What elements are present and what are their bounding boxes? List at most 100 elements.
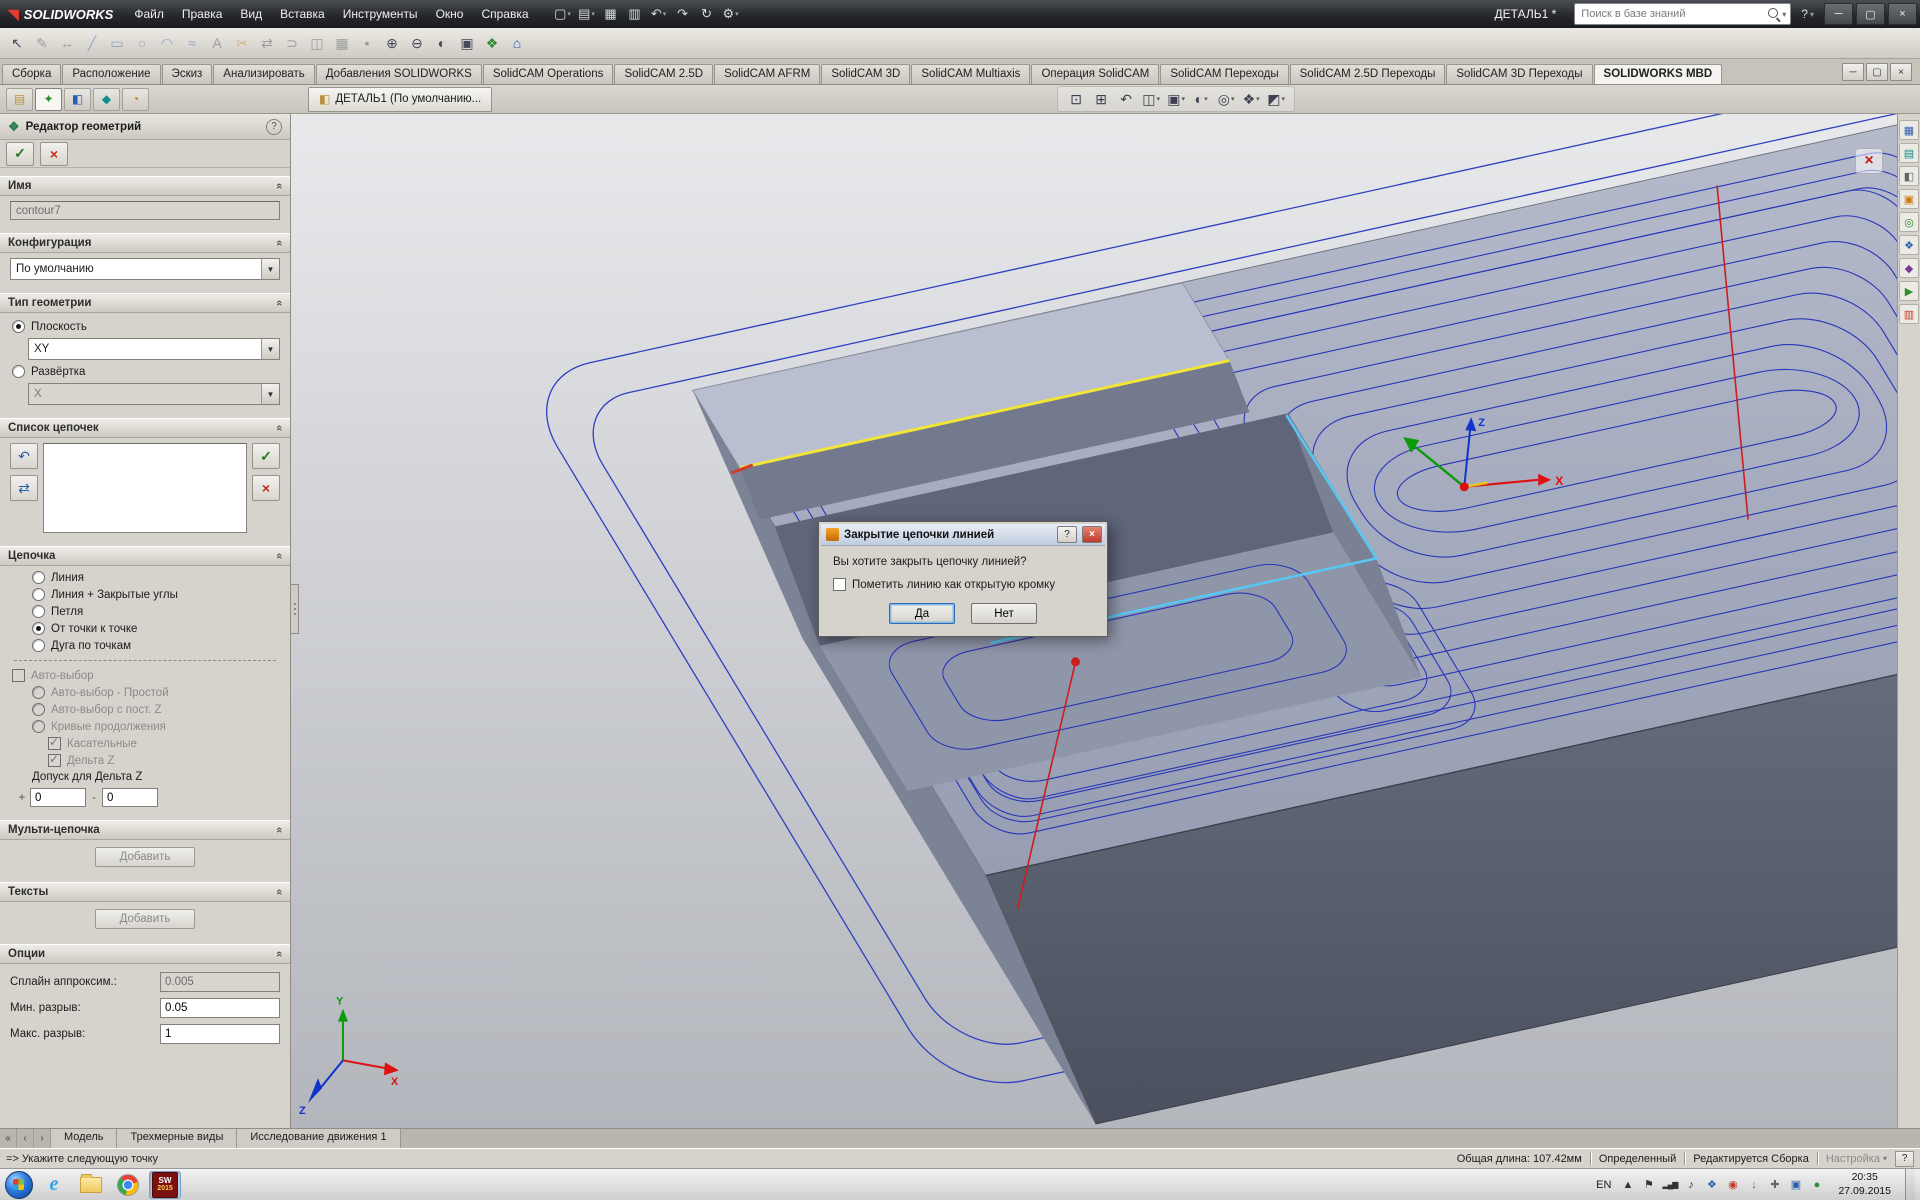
select-cursor-icon[interactable]: ↖ [5,31,29,55]
undo-icon[interactable]: ↶ [648,4,670,24]
dialog-close-button[interactable]: × [1082,526,1102,543]
circle-icon[interactable]: ○ [130,31,154,55]
hidden-icons-button[interactable]: ▲ [1620,1177,1635,1193]
dimxpertmanager-tab-icon[interactable]: ◆ [93,88,120,111]
document-tab[interactable]: ◧ ДЕТАЛЬ1 (По умолчанию... [308,87,492,112]
display-grid-icon[interactable]: ▣ [455,31,479,55]
print-icon[interactable]: ▥ [624,4,646,24]
solidcam-manager-icon[interactable]: ▦ [1899,120,1919,140]
collapse-icon[interactable]: « [273,300,285,306]
accept-chain-icon[interactable]: ✓ [252,443,280,469]
chain-type-option[interactable]: Дуга по точкам [10,637,280,654]
propertymanager-tab-icon[interactable]: ✦ [35,88,62,111]
collapse-icon[interactable]: « [273,240,285,246]
knowledge-search-input[interactable] [1575,8,1766,20]
volume-icon[interactable]: ♪ [1683,1177,1698,1193]
doc-minimize-button[interactable]: ─ [1842,63,1864,81]
taskbar-internet-explorer[interactable]: e [38,1171,70,1199]
taskbar-file-explorer[interactable] [75,1171,107,1199]
model-tab[interactable]: Модель [51,1129,117,1148]
search-dropdown-icon[interactable]: ▾ [1782,10,1786,19]
model-tab[interactable]: Исследование движения 1 [237,1129,400,1148]
menu-item[interactable]: Файл [125,0,173,28]
menu-item[interactable]: Вставка [271,0,334,28]
no-button[interactable]: Нет [971,603,1037,624]
text-icon[interactable]: A [205,31,229,55]
tool-table-icon[interactable]: ▤ [1899,143,1919,163]
command-tab[interactable]: Расположение [62,64,160,84]
options-icon[interactable]: ⚙ [720,4,742,24]
command-tab[interactable]: SOLIDWORKS MBD [1594,64,1723,84]
line-icon[interactable]: ╱ [80,31,104,55]
offset-icon[interactable]: ⊃ [280,31,304,55]
command-tab[interactable]: SolidCAM 3D Переходы [1446,64,1592,84]
section-view-icon[interactable]: ◫ [1140,88,1162,110]
chain-type-option[interactable]: От точки к точке [10,620,280,637]
min-gap-field[interactable] [160,998,280,1018]
close-button[interactable]: × [1888,3,1917,25]
texts-add-button[interactable]: Добавить [95,909,195,929]
chain-sub-checkbox[interactable]: Дельта Z [10,752,280,769]
operations-icon[interactable]: ❖ [1899,235,1919,255]
multi-chain-add-button[interactable]: Добавить [95,847,195,867]
command-tab[interactable]: Операция SolidCAM [1031,64,1159,84]
display-settings-icon[interactable]: ▣ [1788,1177,1803,1193]
combo-arrow-icon[interactable]: ▼ [261,259,279,279]
menu-item[interactable]: Справка [472,0,537,28]
settings-dropdown-icon[interactable]: ▾ [1883,1154,1887,1163]
unfold-combo[interactable]: X ▼ [28,383,280,405]
smart-dimension-icon[interactable]: ↔ [55,31,79,55]
accept-button[interactable]: ✓ [6,142,34,166]
previous-view-icon[interactable]: ↶ [1115,88,1137,110]
tolerance-minus-field[interactable] [102,788,158,807]
panel-splitter-handle[interactable] [291,584,299,634]
reverse-chain-icon[interactable]: ⇄ [10,475,38,501]
zoom-fit-icon[interactable]: ⊡ [1065,88,1087,110]
measure-icon[interactable]: ⌂ [505,31,529,55]
sketch-icon[interactable]: ✎ [30,31,54,55]
auto-select-checkbox[interactable]: Авто-выбор [10,667,280,684]
geometry-icon[interactable]: ◆ [1899,258,1919,278]
language-indicator[interactable]: EN [1593,1179,1614,1191]
view-orientation-icon[interactable]: ▣ [1165,88,1187,110]
command-tab[interactable]: SolidCAM Переходы [1160,64,1288,84]
unfold-radio[interactable]: Развёртка [10,363,280,380]
rectangle-icon[interactable]: ▭ [105,31,129,55]
minimize-button[interactable]: ─ [1824,3,1853,25]
auto-select-option[interactable]: Авто-выбор с пост. Z [10,701,280,718]
model-tabs-scroll-first[interactable]: « [0,1129,17,1148]
graphics-viewport[interactable]: X Z Y X [291,114,1897,1128]
command-tab[interactable]: Эскиз [162,64,213,84]
cancel-button[interactable]: × [40,142,68,166]
arc-icon[interactable]: ◠ [155,31,179,55]
auto-select-option[interactable]: Авто-выбор - Простой [10,684,280,701]
panel-help-icon[interactable]: ? [266,119,282,135]
chain-type-option[interactable]: Петля [10,603,280,620]
spline-icon[interactable]: ≈ [180,31,204,55]
command-tab[interactable]: SolidCAM Multiaxis [911,64,1030,84]
hide-show-icon[interactable]: ◎ [1215,88,1237,110]
menu-item[interactable]: Инструменты [334,0,427,28]
scene-icon[interactable]: ◩ [1265,88,1287,110]
maximize-button[interactable]: ▢ [1856,3,1885,25]
spline-approx-field[interactable] [160,972,280,992]
status-settings[interactable]: Настройка [1826,1153,1880,1165]
collapse-icon[interactable]: « [273,951,285,957]
menu-item[interactable]: Правка [173,0,232,28]
collapse-icon[interactable]: « [273,425,285,431]
calculate-icon[interactable]: ▥ [1899,304,1919,324]
appearance-icon[interactable]: ❖ [480,31,504,55]
chain-listbox[interactable] [43,443,247,533]
bluetooth-icon[interactable]: ❖ [1704,1177,1719,1193]
chain-type-option[interactable]: Линия + Закрытые углы [10,586,280,603]
doc-restore-button[interactable]: ▢ [1866,63,1888,81]
dialog-title-bar[interactable]: Закрытие цепочки линией ? × [821,524,1105,546]
command-tab[interactable]: SolidCAM 2.5D Переходы [1290,64,1446,84]
antivirus-icon[interactable]: ◉ [1725,1177,1740,1193]
chain-type-option[interactable]: Линия [10,569,280,586]
dialog-help-button[interactable]: ? [1057,526,1077,543]
stock-icon[interactable]: ▣ [1899,189,1919,209]
undo-chain-icon[interactable]: ↶ [10,443,38,469]
sketch-point-red[interactable] [1071,657,1080,666]
collapse-icon[interactable]: « [273,183,285,189]
